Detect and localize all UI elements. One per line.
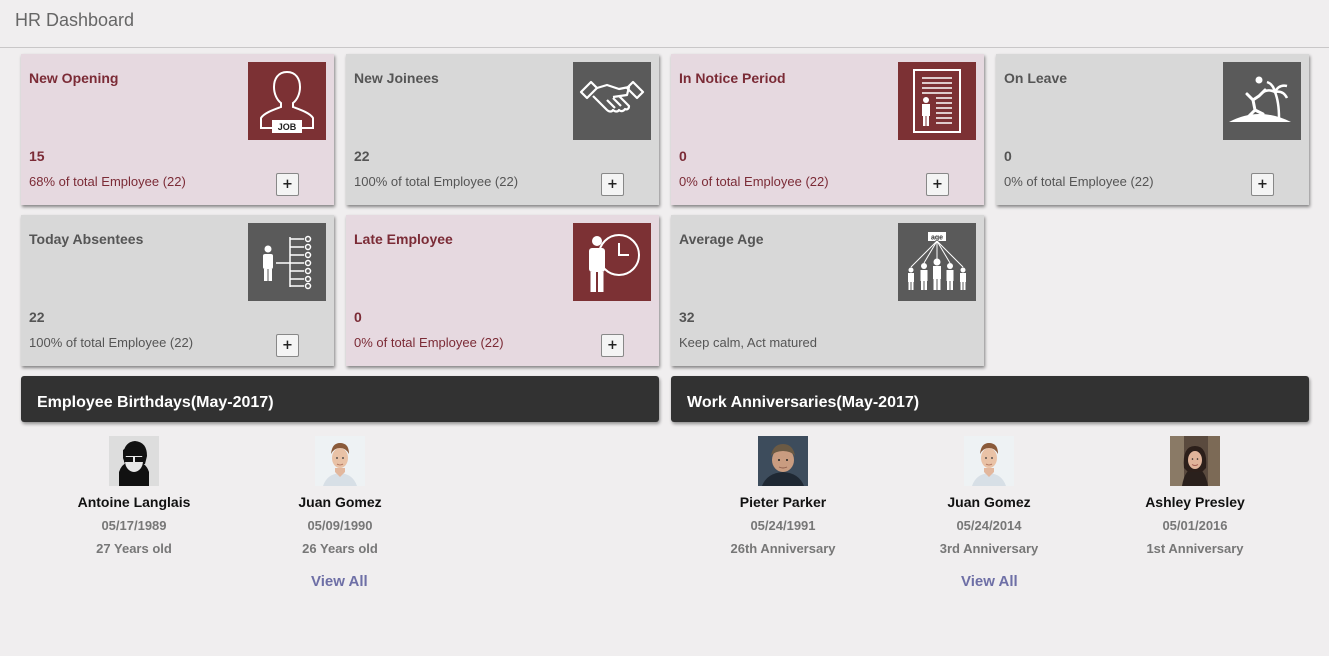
card-today-absentees: Today Absentees 22 100% of total Employe… [21,215,334,366]
birthdays-header: Employee Birthdays(May-2017) [21,376,659,422]
card-value: 22 [354,148,370,164]
anniversary-person[interactable]: Juan Gomez 05/24/2014 3rd Anniversary [899,436,1079,556]
svg-text:JOB: JOB [278,122,297,132]
card-label: Late Employee [354,231,453,247]
person-name: Juan Gomez [947,494,1031,510]
age-icon-text: age [931,235,943,242]
expand-button[interactable]: + [926,173,949,196]
avatar [964,436,1014,486]
birthday-person[interactable]: Juan Gomez 05/09/1990 26 Years old [250,436,430,556]
card-subtext: 100% of total Employee (22) [354,174,519,189]
card-value: 22 [29,309,45,325]
person-date: 05/01/2016 [1162,518,1228,533]
person-name: Juan Gomez [298,494,382,510]
person-name: Pieter Parker [739,494,827,510]
notice-document-icon [898,62,976,140]
person-age: 26 Years old [302,541,378,556]
person-date: 05/17/1989 [101,518,167,533]
person-anniversary: 1st Anniversary [1146,541,1244,556]
card-value: 15 [29,148,45,164]
birthdays-view-all-link[interactable]: View All [311,573,368,590]
card-new-joinees: New Joinees 22 100% of total Employee (2… [346,54,659,205]
anniversaries-header: Work Anniversaries(May-2017) [671,376,1309,422]
page-title: HR Dashboard [15,10,135,30]
card-average-age: Average Age age 32 Keep calm, Act mature… [671,215,984,366]
card-late-employee: Late Employee 0 0% of total Employee (22… [346,215,659,366]
card-label: In Notice Period [679,70,786,86]
card-subtext: 100% of total Employee (22) [29,335,194,350]
card-new-opening: New Opening JOB 15 68% of total Employee… [21,54,334,205]
expand-button[interactable]: + [276,334,299,357]
expand-button[interactable]: + [1251,173,1274,196]
card-label: Today Absentees [29,231,144,247]
avatar [109,436,159,486]
avatar [758,436,808,486]
expand-button[interactable]: + [601,173,624,196]
handshake-icon [573,62,651,140]
age-group-icon: age [898,223,976,301]
card-value: 0 [679,148,687,164]
person-name: Antoine Langlais [77,494,191,510]
card-subtext: 68% of total Employee (22) [29,174,186,189]
card-label: On Leave [1004,70,1068,86]
person-date: 05/24/1991 [750,518,816,533]
anniversaries-title: Work Anniversaries(May-2017) [687,394,920,411]
card-label: New Joinees [354,70,439,86]
anniversary-person[interactable]: Pieter Parker 05/24/1991 26th Anniversar… [693,436,873,556]
person-age: 27 Years old [96,541,172,556]
job-icon: JOB [248,62,326,140]
card-value: 0 [354,309,362,325]
card-subtext: 0% of total Employee (22) [679,174,829,189]
anniversaries-view-all-link[interactable]: View All [961,573,1018,590]
card-value: 32 [679,309,695,325]
card-value: 0 [1004,148,1012,164]
birthday-person[interactable]: Antoine Langlais 05/17/1989 27 Years old [44,436,224,556]
card-label: Average Age [679,231,764,247]
person-date: 05/09/1990 [307,518,373,533]
expand-button[interactable]: + [601,334,624,357]
birthdays-title: Employee Birthdays(May-2017) [37,394,274,411]
expand-button[interactable]: + [276,173,299,196]
person-anniversary: 26th Anniversary [730,541,836,556]
person-date: 05/24/2014 [956,518,1022,533]
anniversary-person[interactable]: Ashley Presley 05/01/2016 1st Anniversar… [1105,436,1285,556]
card-label: New Opening [29,70,119,86]
top-bar: HR Dashboard [0,0,1329,48]
person-clock-icon [573,223,651,301]
card-subtext: Keep calm, Act matured [679,335,818,350]
vacation-island-icon [1223,62,1301,140]
card-subtext: 0% of total Employee (22) [354,335,504,350]
avatar [1170,436,1220,486]
card-subtext: 0% of total Employee (22) [1004,174,1154,189]
person-anniversary: 3rd Anniversary [939,541,1039,556]
card-on-leave: On Leave 0 0% of total Employee (22) + [996,54,1309,205]
person-name: Ashley Presley [1145,494,1245,510]
avatar [315,436,365,486]
card-in-notice-period: In Notice Period 0 0% of total Employee … [671,54,984,205]
attendance-list-icon [248,223,326,301]
